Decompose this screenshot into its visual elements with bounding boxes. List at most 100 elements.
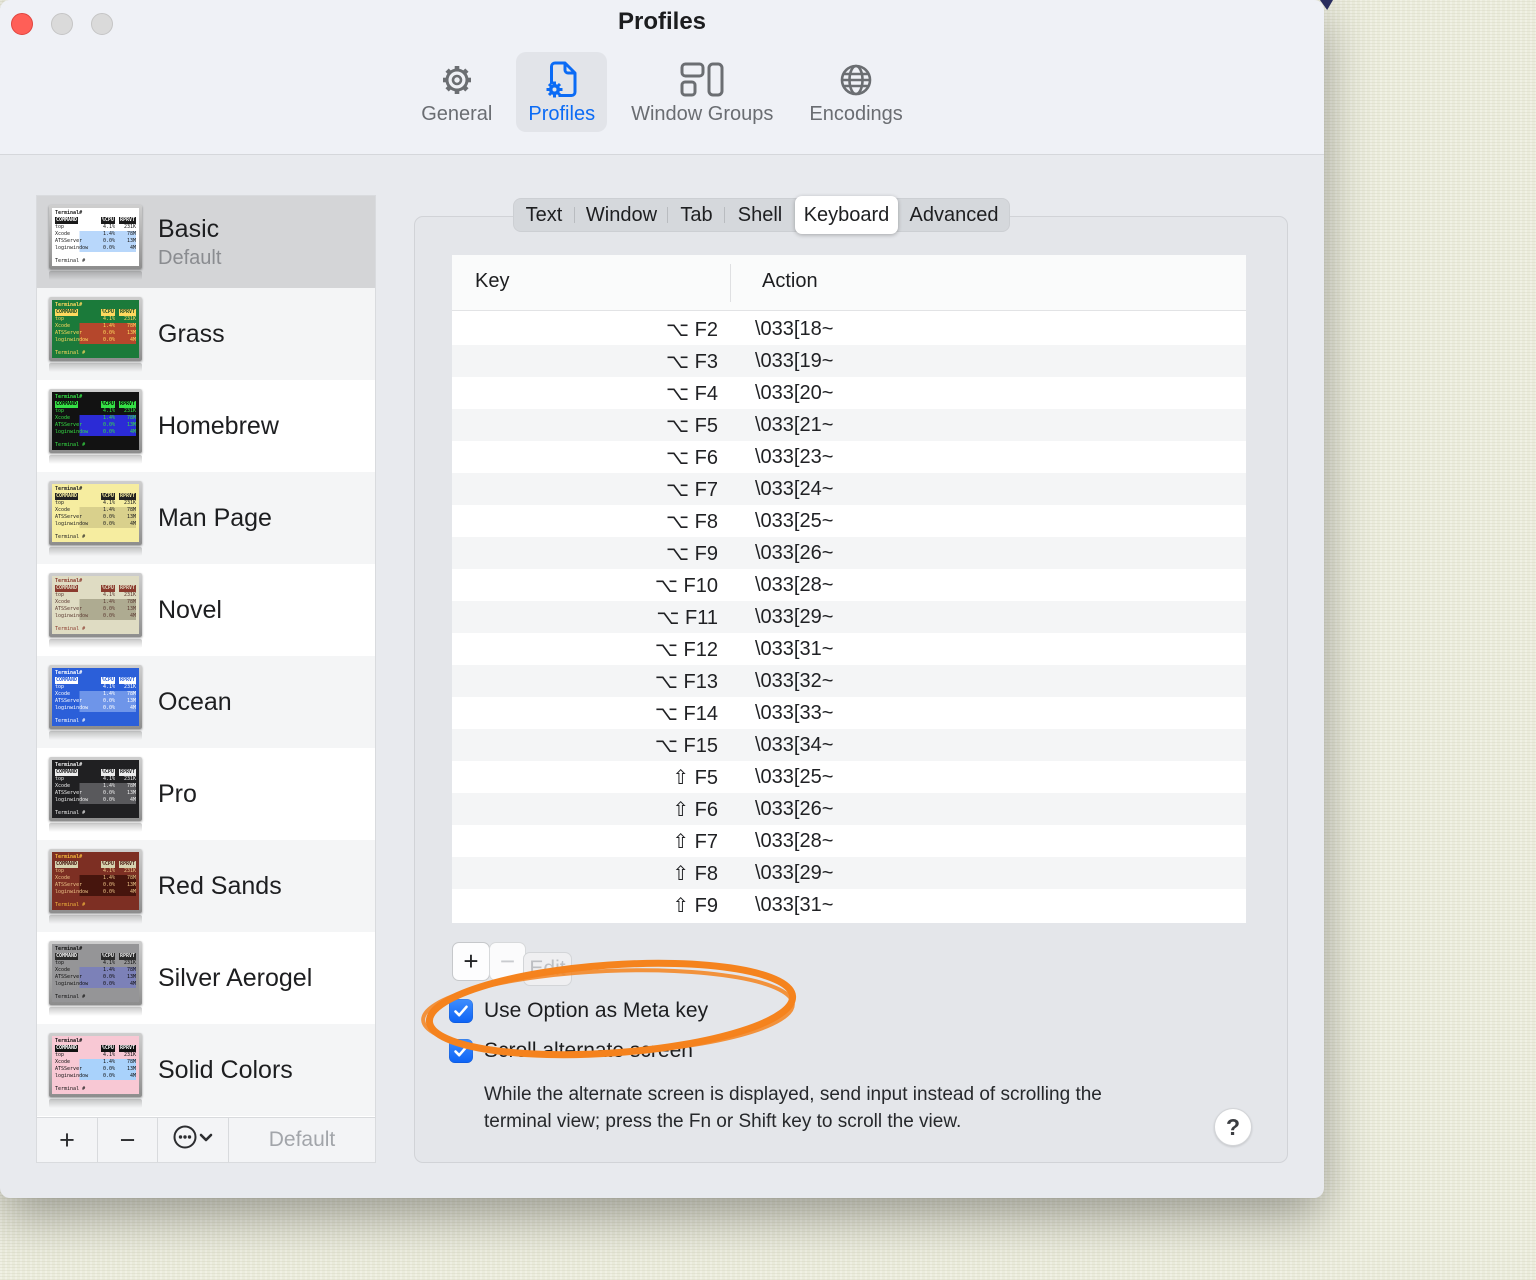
shortcut-row[interactable]: ⌥ F9 \033[26~	[452, 537, 1246, 569]
profile-thumbnail: Terminal# COMMAND %CPU RPRVT top 4.1% 231K Xcod…	[49, 756, 142, 832]
add-profile-button[interactable]: +	[37, 1118, 98, 1162]
profile-row-grass[interactable]: Terminal# COMMAND %CPU RPRVT top 4.1% 231K Xcod…	[37, 288, 375, 380]
default-button[interactable]: Default	[229, 1118, 375, 1162]
shortcut-row[interactable]: ⌥ F14 \033[33~	[452, 697, 1246, 729]
window-groups-icon	[679, 59, 725, 101]
profile-thumbnail: Terminal# COMMAND %CPU RPRVT top 4.1% 231K Xcod…	[49, 664, 142, 740]
shortcut-action: \033[31~	[755, 637, 834, 660]
shortcut-row[interactable]: ⌥ F5 \033[21~	[452, 409, 1246, 441]
terminal-preferences-window: Profiles General Profiles Window Groups …	[0, 0, 1324, 1198]
column-header-action[interactable]: Action	[762, 270, 818, 293]
shortcut-key: ⇧ F6	[672, 798, 718, 821]
column-header-key[interactable]: Key	[475, 270, 509, 293]
more-options-button[interactable]	[158, 1118, 229, 1162]
shortcut-key: ⌥ F8	[666, 510, 718, 533]
tab-tab[interactable]: Tab	[668, 198, 725, 232]
shortcut-row[interactable]: ⌥ F11 \033[29~	[452, 601, 1246, 633]
shortcut-row[interactable]: ⇧ F7 \033[28~	[452, 825, 1246, 857]
profile-name: Ocean	[158, 688, 232, 716]
shortcut-row[interactable]: ⌥ F8 \033[25~	[452, 505, 1246, 537]
help-button[interactable]: ?	[1214, 1108, 1252, 1146]
profile-default-badge: Default	[158, 247, 222, 269]
toolbar-item-encodings[interactable]: Encodings	[797, 52, 914, 132]
shortcut-action: \033[31~	[755, 893, 834, 916]
add-key-button[interactable]: +	[452, 942, 490, 981]
shortcut-key: ⌥ F2	[666, 318, 718, 341]
shortcut-action: \033[33~	[755, 701, 834, 724]
shortcut-action: \033[20~	[755, 381, 834, 404]
profile-row-man-page[interactable]: Terminal# COMMAND %CPU RPRVT top 4.1% 231K Xcod…	[37, 472, 375, 564]
profile-name: Solid Colors	[158, 1056, 293, 1084]
shortcut-row[interactable]: ⌥ F13 \033[32~	[452, 665, 1246, 697]
profile-row-red-sands[interactable]: Terminal# COMMAND %CPU RPRVT top 4.1% 231K Xcod…	[37, 840, 375, 932]
scroll-alternate-screen-checkbox[interactable]	[449, 1039, 473, 1063]
shortcut-row[interactable]: ⇧ F5 \033[25~	[452, 761, 1246, 793]
shortcut-key: ⌥ F9	[666, 542, 718, 565]
alternate-screen-footnote: While the alternate screen is displayed,…	[484, 1084, 1102, 1132]
profile-row-homebrew[interactable]: Terminal# COMMAND %CPU RPRVT top 4.1% 231K Xcod…	[37, 380, 375, 472]
remove-key-button[interactable]: −	[489, 942, 526, 981]
shortcut-key: ⇧ F7	[672, 830, 718, 853]
shortcut-row[interactable]: ⇧ F9 \033[31~	[452, 889, 1246, 921]
profile-row-ocean[interactable]: Terminal# COMMAND %CPU RPRVT top 4.1% 231K Xcod…	[37, 656, 375, 748]
shortcut-row[interactable]: ⌥ F6 \033[23~	[452, 441, 1246, 473]
shortcut-action: \033[26~	[755, 541, 834, 564]
shortcut-action: \033[29~	[755, 605, 834, 628]
profile-name: Pro	[158, 780, 197, 808]
profile-row-solid-colors[interactable]: Terminal# COMMAND %CPU RPRVT top 4.1% 231K Xcod…	[37, 1024, 375, 1116]
use-option-as-meta-row: Use Option as Meta key	[449, 999, 708, 1023]
toolbar-item-general[interactable]: General	[409, 52, 504, 132]
shortcut-action: \033[24~	[755, 477, 834, 500]
profile-thumbnail: Terminal# COMMAND %CPU RPRVT top 4.1% 231K Xcod…	[49, 204, 142, 280]
profile-name: Basic	[158, 215, 220, 243]
scroll-alternate-screen-row: Scroll alternate screen	[449, 1039, 693, 1063]
profiles-doc-icon	[541, 59, 583, 101]
shortcut-row[interactable]: ⌥ F7 \033[24~	[452, 473, 1246, 505]
shortcut-row[interactable]: ⇧ F6 \033[26~	[452, 793, 1246, 825]
shortcut-row[interactable]: ⌥ F12 \033[31~	[452, 633, 1246, 665]
toolbar-item-label: Encodings	[809, 103, 903, 125]
shortcut-row[interactable]: ⌥ F10 \033[28~	[452, 569, 1246, 601]
shortcut-key: ⇧ F8	[672, 862, 718, 885]
shortcut-row[interactable]: ⌥ F2 \033[18~	[452, 313, 1246, 345]
shortcut-key: ⌥ F12	[654, 638, 718, 661]
profile-thumbnail: Terminal# COMMAND %CPU RPRVT top 4.1% 231K Xcod…	[49, 480, 142, 556]
toolbar-item-profiles[interactable]: Profiles	[516, 52, 608, 132]
profile-row-novel[interactable]: Terminal# COMMAND %CPU RPRVT top 4.1% 231K Xcod…	[37, 564, 375, 656]
shortcut-row[interactable]: ⌥ F4 \033[20~	[452, 377, 1246, 409]
shortcut-action: \033[28~	[755, 829, 834, 852]
tab-advanced[interactable]: Advanced	[898, 198, 1010, 232]
shortcut-row[interactable]: ⌥ F3 \033[19~	[452, 345, 1246, 377]
profile-row-silver-aerogel[interactable]: Terminal# COMMAND %CPU RPRVT top 4.1% 231K Xcod…	[37, 932, 375, 1024]
shortcut-key: ⌥ F13	[654, 670, 718, 693]
shortcut-action: \033[23~	[755, 445, 834, 468]
edit-key-button[interactable]: Edit	[523, 952, 572, 986]
toolbar-item-label: Profiles	[528, 103, 596, 125]
shortcut-action: \033[32~	[755, 669, 834, 692]
tab-keyboard[interactable]: Keyboard	[795, 196, 898, 234]
tab-text[interactable]: Text	[513, 198, 575, 232]
profile-thumbnail: Terminal# COMMAND %CPU RPRVT top 4.1% 231K Xcod…	[49, 848, 142, 924]
shortcut-key: ⌥ F14	[654, 702, 718, 725]
use-option-as-meta-checkbox[interactable]	[449, 999, 473, 1023]
profile-thumbnail: Terminal# COMMAND %CPU RPRVT top 4.1% 231K Xcod…	[49, 388, 142, 464]
more-options-icon	[171, 1123, 215, 1158]
shortcut-action: \033[28~	[755, 573, 834, 596]
profile-name: Man Page	[158, 504, 272, 532]
toolbar-item-label: General	[421, 103, 493, 125]
tab-shell[interactable]: Shell	[725, 198, 795, 232]
shortcut-action: \033[25~	[755, 509, 834, 532]
toolbar-item-window-groups[interactable]: Window Groups	[619, 52, 785, 132]
checkmark-icon	[454, 1005, 468, 1017]
tab-window[interactable]: Window	[575, 198, 668, 232]
shortcut-row[interactable]: ⇧ F8 \033[29~	[452, 857, 1246, 889]
profile-list: Terminal# COMMAND %CPU RPRVT top 4.1% 231K Xcod…	[36, 195, 376, 1163]
profile-row-pro[interactable]: Terminal# COMMAND %CPU RPRVT top 4.1% 231K Xcod…	[37, 748, 375, 840]
profile-name: Grass	[158, 320, 225, 348]
preferences-toolbar: General Profiles Window Groups Encodings	[0, 52, 1324, 132]
column-divider[interactable]	[730, 264, 731, 302]
profile-row-basic[interactable]: Terminal# COMMAND %CPU RPRVT top 4.1% 231K Xcod…	[37, 196, 375, 288]
shortcut-action: \033[34~	[755, 733, 834, 756]
remove-profile-button[interactable]: −	[98, 1118, 158, 1162]
shortcut-row[interactable]: ⌥ F15 \033[34~	[452, 729, 1246, 761]
